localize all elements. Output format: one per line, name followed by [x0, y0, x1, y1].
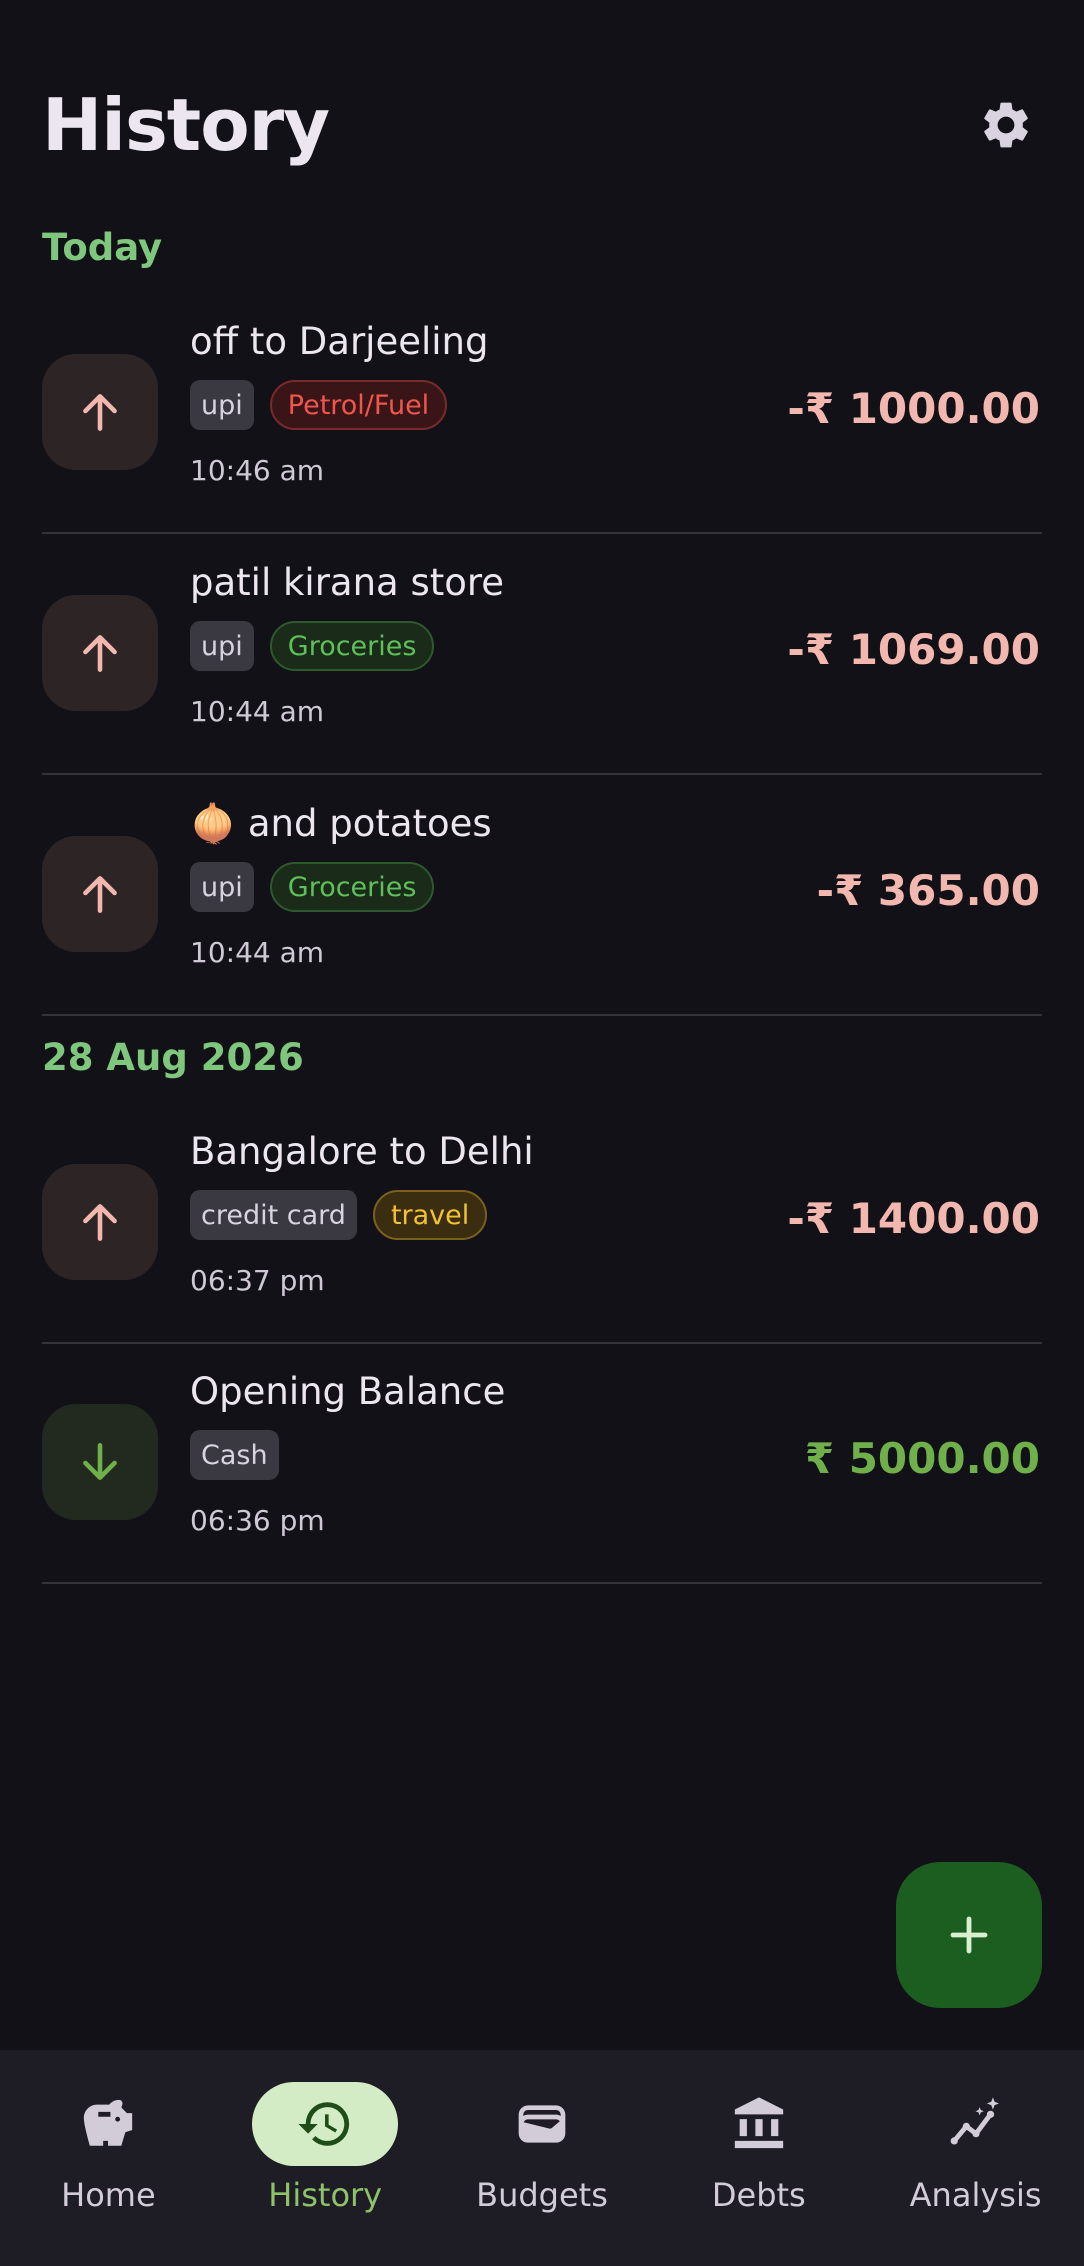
- transaction-time: 10:44 am: [190, 695, 325, 728]
- transaction-amount: -₹ 1400.00: [787, 1194, 1040, 1243]
- settings-button[interactable]: [970, 89, 1042, 161]
- arrow-up-icon: [83, 635, 117, 672]
- bank-icon: [734, 2097, 783, 2149]
- nav-item-debts[interactable]: Debts: [650, 2050, 867, 2266]
- nav-item-analysis[interactable]: Analysis: [867, 2050, 1084, 2266]
- transaction-amount: ₹ 5000.00: [804, 1434, 1040, 1483]
- transaction-amount: -₹ 365.00: [816, 866, 1040, 915]
- nav-label: Budgets: [476, 2176, 608, 2214]
- arrow-up-icon: [83, 1204, 117, 1241]
- arrow-up-icon: [83, 876, 117, 913]
- history-screen: History Today off to Darjeeling upi Petr…: [0, 0, 1084, 2266]
- piggy-bank-icon: [84, 2099, 133, 2146]
- transaction-tags: upi Groceries: [190, 862, 435, 912]
- nav-icon-container: [35, 2082, 181, 2166]
- transaction-item[interactable]: patil kirana store upi Groceries 10:44 a…: [42, 535, 1042, 775]
- transaction-tags: Cash: [190, 1430, 279, 1480]
- transaction-amount: -₹ 1000.00: [787, 384, 1040, 433]
- account-tag: upi: [190, 621, 254, 671]
- transaction-item[interactable]: Bangalore to Delhi credit card travel 06…: [42, 1104, 1042, 1344]
- analytics-icon: [950, 2097, 999, 2145]
- account-tag: upi: [190, 380, 254, 430]
- plus-icon: [950, 1916, 988, 1954]
- transaction-time: 10:44 am: [190, 936, 325, 969]
- wallet-icon: [518, 2105, 566, 2143]
- nav-label: Debts: [711, 2176, 806, 2214]
- nav-icon-container: [469, 2082, 615, 2166]
- category-tag: travel: [372, 1190, 488, 1240]
- nav-item-home[interactable]: Home: [0, 2050, 217, 2266]
- transaction-title: Bangalore to Delhi: [190, 1130, 534, 1173]
- transaction-type-badge: [42, 354, 158, 470]
- transaction-title: 🧅 and potatoes: [190, 802, 492, 845]
- section-header-today: Today: [42, 226, 163, 269]
- account-tag: Cash: [190, 1430, 279, 1480]
- transaction-title: off to Darjeeling: [190, 320, 489, 363]
- transaction-amount: -₹ 1069.00: [787, 625, 1040, 674]
- transaction-item[interactable]: Opening Balance Cash 06:36 pm ₹ 5000.00: [42, 1344, 1042, 1584]
- nav-item-history[interactable]: History: [217, 2050, 434, 2266]
- arrow-down-icon: [83, 1443, 117, 1480]
- transaction-type-badge: [42, 1404, 158, 1520]
- transaction-time: 10:46 am: [190, 454, 325, 487]
- transaction-type-badge: [42, 836, 158, 952]
- section-header-date: 28 Aug 2026: [42, 1036, 304, 1079]
- nav-label: History: [268, 2176, 383, 2214]
- bottom-navigation: Home History Budgets Debts Analysis: [0, 2050, 1084, 2266]
- category-tag: Groceries: [269, 621, 435, 671]
- add-transaction-button[interactable]: [896, 1862, 1042, 2008]
- category-tag: Groceries: [269, 862, 435, 912]
- transaction-title: patil kirana store: [190, 561, 505, 604]
- transaction-tags: upi Petrol/Fuel: [190, 380, 448, 430]
- arrow-up-icon: [83, 394, 117, 431]
- transaction-item[interactable]: off to Darjeeling upi Petrol/Fuel 10:46 …: [42, 294, 1042, 534]
- nav-label: Home: [61, 2176, 156, 2214]
- transaction-title: Opening Balance: [190, 1370, 506, 1413]
- nav-icon-container: [252, 2082, 399, 2166]
- transaction-type-badge: [42, 595, 158, 711]
- transaction-type-badge: [42, 1164, 158, 1280]
- page-title: History: [42, 83, 330, 167]
- nav-label: Analysis: [909, 2176, 1042, 2214]
- transaction-time: 06:36 pm: [190, 1504, 325, 1537]
- account-tag: upi: [190, 862, 254, 912]
- nav-item-budgets[interactable]: Budgets: [434, 2050, 651, 2266]
- nav-icon-container: [903, 2082, 1049, 2166]
- transaction-time: 06:37 pm: [190, 1264, 325, 1297]
- category-tag: Petrol/Fuel: [269, 380, 448, 430]
- transaction-tags: upi Groceries: [190, 621, 435, 671]
- history-icon: [298, 2102, 350, 2146]
- nav-icon-container: [686, 2082, 832, 2166]
- account-tag: credit card: [190, 1190, 357, 1240]
- app-header: History: [42, 70, 1042, 180]
- transaction-item[interactable]: 🧅 and potatoes upi Groceries 10:44 am -₹…: [42, 776, 1042, 1016]
- transaction-tags: credit card travel: [190, 1190, 488, 1240]
- gear-icon: [984, 102, 1028, 148]
